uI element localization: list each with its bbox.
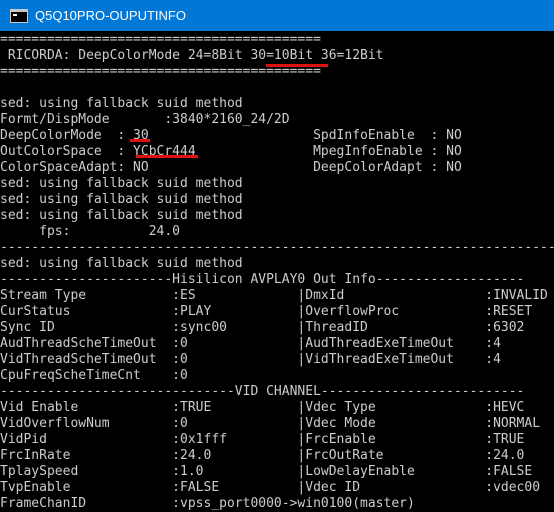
highlight-10bit-underline (266, 64, 328, 67)
console-line: ColorSpaceAdapt: NO DeepColorAdapt : NO (0, 160, 462, 175)
console-line: Formt/DispMode :3840*2160_24/2D (0, 112, 290, 127)
console-line: sed: using fallback suid method (0, 192, 243, 207)
console-line: CurStatus :PLAY |OverflowProc :RESET (0, 304, 533, 319)
console-window-icon (10, 8, 28, 23)
console-line: TvpEnable :FALSE |Vdec ID :vdec00 (0, 480, 541, 495)
console-line: sed: using fallback suid method (0, 176, 243, 191)
console-line: ------------------------------VID CHANNE… (0, 384, 525, 399)
console-line: VidPid :0x1fff |FrcEnable :TRUE (0, 432, 525, 447)
console-line: ========================================… (0, 32, 321, 47)
console-line: sed: using fallback suid method (0, 96, 243, 111)
console-line: Sync ID :sync00 |ThreadID :6302 (0, 320, 525, 335)
window-title: Q5Q10PRO-OUPUTINFO (35, 8, 186, 23)
console-line: FrcInRate :24.0 |FrcOutRate :24.0 (0, 448, 525, 463)
console-line: VidThreadScheTimeOut :0 |VidThreadExeTim… (0, 352, 501, 367)
console-line: Stream Type :ES |DmxId :INVALID (0, 288, 548, 303)
console-line: fps: 24.0 (0, 224, 181, 239)
console-line: TplaySpeed :1.0 |LowDelayEnable :FALSE (0, 464, 533, 479)
console-line: OutColorSpace : YCbCr444 MpegInfoEnable … (0, 144, 462, 159)
console-line: FrameChanID :vpss_port0000->win0100(mast… (0, 496, 415, 511)
highlight-ycbcr444-underline (136, 155, 198, 158)
title-bar[interactable]: Q5Q10PRO-OUPUTINFO (0, 0, 554, 31)
console-line: ----------------------Hisilicon AVPLAY0 … (0, 272, 525, 287)
console-line: sed: using fallback suid method (0, 256, 243, 271)
console-line: CpuFreqScheTimeCnt :0 (0, 368, 188, 383)
console-output[interactable]: ========================================… (0, 31, 554, 512)
console-line: Vid Enable :TRUE |Vdec Type :HEVC (0, 400, 525, 415)
highlight-30-underline (130, 139, 150, 142)
console-line: RICORDA: DeepColorMode 24=8Bit 30=10Bit … (0, 48, 384, 63)
console-line: ----------------------------------------… (0, 240, 554, 255)
console-line: sed: using fallback suid method (0, 208, 243, 223)
console-line: AudThreadScheTimeOut :0 |AudThreadExeTim… (0, 336, 501, 351)
console-line: VidOverflowNum :0 |Vdec Mode :NORMAL (0, 416, 541, 431)
console-line: DeepColorMode : 30 SpdInfoEnable : NO (0, 128, 462, 143)
